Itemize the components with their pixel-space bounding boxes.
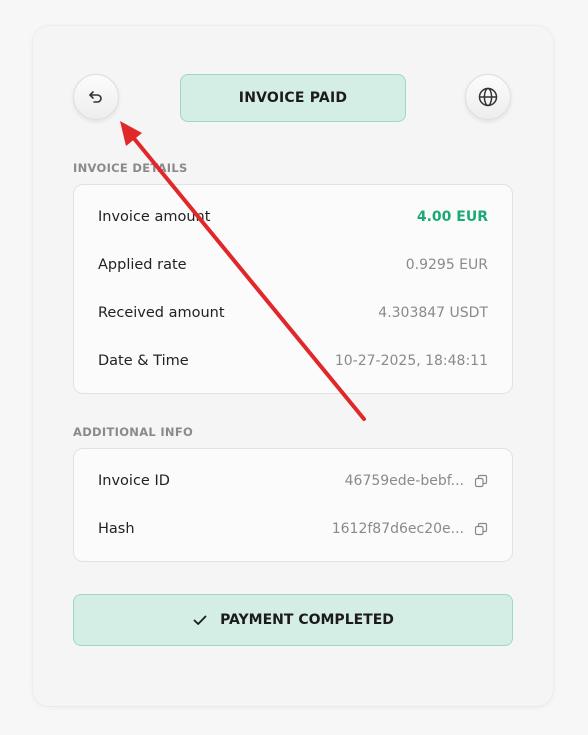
invoice-card: INVOICE PAID INVOICE DETAILS Invoice amo… — [33, 26, 553, 706]
detail-value: 0.9295 EUR — [405, 257, 488, 273]
detail-row-date-time: Date & Time 10-27-2025, 18:48:11 — [98, 351, 488, 371]
detail-value: 4.303847 USDT — [378, 305, 488, 321]
checkmark-icon — [192, 612, 208, 628]
info-label: Invoice ID — [98, 473, 170, 489]
detail-label: Applied rate — [98, 257, 187, 273]
invoice-status-label: INVOICE PAID — [238, 90, 348, 106]
copy-icon[interactable] — [474, 474, 488, 488]
invoice-details-panel: Invoice amount 4.00 EUR Applied rate 0.9… — [73, 184, 513, 394]
undo-arrow-icon — [86, 87, 106, 107]
detail-row-invoice-amount: Invoice amount 4.00 EUR — [98, 207, 488, 227]
detail-value: 4.00 EUR — [416, 209, 488, 225]
detail-label: Received amount — [98, 305, 225, 321]
additional-info-heading: ADDITIONAL INFO — [73, 425, 194, 439]
language-button[interactable] — [465, 74, 511, 120]
info-row-invoice-id: Invoice ID 46759ede-bebf... — [98, 471, 488, 491]
payment-completed-button[interactable]: PAYMENT COMPLETED — [73, 594, 513, 646]
copy-icon[interactable] — [474, 522, 488, 536]
detail-row-received-amount: Received amount 4.303847 USDT — [98, 303, 488, 323]
invoice-status-badge: INVOICE PAID — [180, 74, 406, 122]
detail-label: Date & Time — [98, 353, 189, 369]
detail-label: Invoice amount — [98, 209, 211, 225]
globe-icon — [477, 86, 499, 108]
info-label: Hash — [98, 521, 135, 537]
info-value: 46759ede-bebf... — [344, 473, 464, 489]
invoice-details-heading: INVOICE DETAILS — [73, 161, 188, 175]
info-value: 1612f87d6ec20e... — [331, 521, 464, 537]
payment-completed-label: PAYMENT COMPLETED — [220, 612, 394, 628]
back-button[interactable] — [73, 74, 119, 120]
info-row-hash: Hash 1612f87d6ec20e... — [98, 519, 488, 539]
detail-row-applied-rate: Applied rate 0.9295 EUR — [98, 255, 488, 275]
additional-info-panel: Invoice ID 46759ede-bebf... Hash 1612f87… — [73, 448, 513, 562]
detail-value: 10-27-2025, 18:48:11 — [334, 353, 488, 369]
